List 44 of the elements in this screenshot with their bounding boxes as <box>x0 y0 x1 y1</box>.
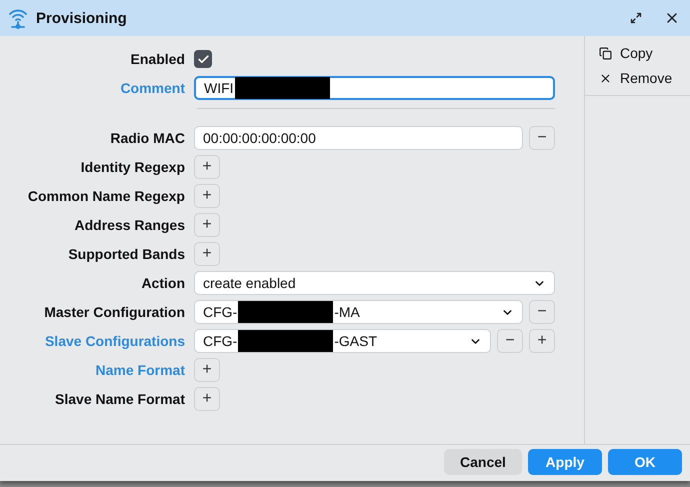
dropdown[interactable]: create enabled <box>194 271 555 295</box>
copy-icon <box>599 46 612 60</box>
field-label: Identity Regexp <box>80 159 186 175</box>
text-field[interactable]: WIFI <box>194 76 555 100</box>
row-button[interactable]: + <box>194 242 220 266</box>
row-button[interactable]: + <box>194 358 220 382</box>
field-label: Common Name Regexp <box>26 188 186 204</box>
value-text: -MA <box>334 304 360 320</box>
row-button[interactable]: − <box>497 329 523 353</box>
checkmark-icon <box>196 52 210 66</box>
field-label: Radio MAC <box>109 130 186 146</box>
field-label: Address Ranges <box>74 217 186 233</box>
value-text: -GAST <box>334 333 377 349</box>
value-text: CFG- <box>203 304 238 320</box>
row-button[interactable]: + <box>194 213 220 237</box>
close-icon <box>599 72 612 84</box>
field-label: Action <box>140 275 186 291</box>
field-label: Slave Configurations <box>44 333 186 349</box>
dialog-button[interactable]: Cancel <box>444 449 522 475</box>
sidebar-item[interactable]: Remove <box>599 67 690 89</box>
row-button[interactable]: + <box>194 387 220 411</box>
value-text: 00:00:00:00:00:00 <box>203 130 316 146</box>
dropdown[interactable]: CFG- -GAST <box>194 329 491 353</box>
field-label: Enabled <box>130 51 186 67</box>
row-button[interactable]: + <box>194 155 220 179</box>
value-text: create enabled <box>203 275 296 291</box>
row-button[interactable]: + <box>194 184 220 208</box>
row-button[interactable]: + <box>529 329 555 353</box>
checkbox[interactable] <box>194 50 212 68</box>
field-label: Supported Bands <box>67 246 186 262</box>
dropdown[interactable]: CFG- -MA <box>194 300 523 324</box>
field-label: Name Format <box>94 362 186 378</box>
wifi-icon <box>8 7 28 29</box>
maximize-button[interactable] <box>630 12 642 24</box>
row-button[interactable]: − <box>529 126 555 150</box>
sidebar-item[interactable]: Copy <box>599 42 690 64</box>
field-label: Slave Name Format <box>54 391 186 407</box>
text-field[interactable]: 00:00:00:00:00:00 <box>194 126 523 150</box>
value-text: WIFI <box>204 80 234 96</box>
field-label: Comment <box>119 80 186 96</box>
window-title: Provisioning <box>36 10 128 26</box>
row-button[interactable]: − <box>529 300 555 324</box>
field-label: Master Configuration <box>43 304 186 320</box>
value-text: CFG- <box>203 333 238 349</box>
